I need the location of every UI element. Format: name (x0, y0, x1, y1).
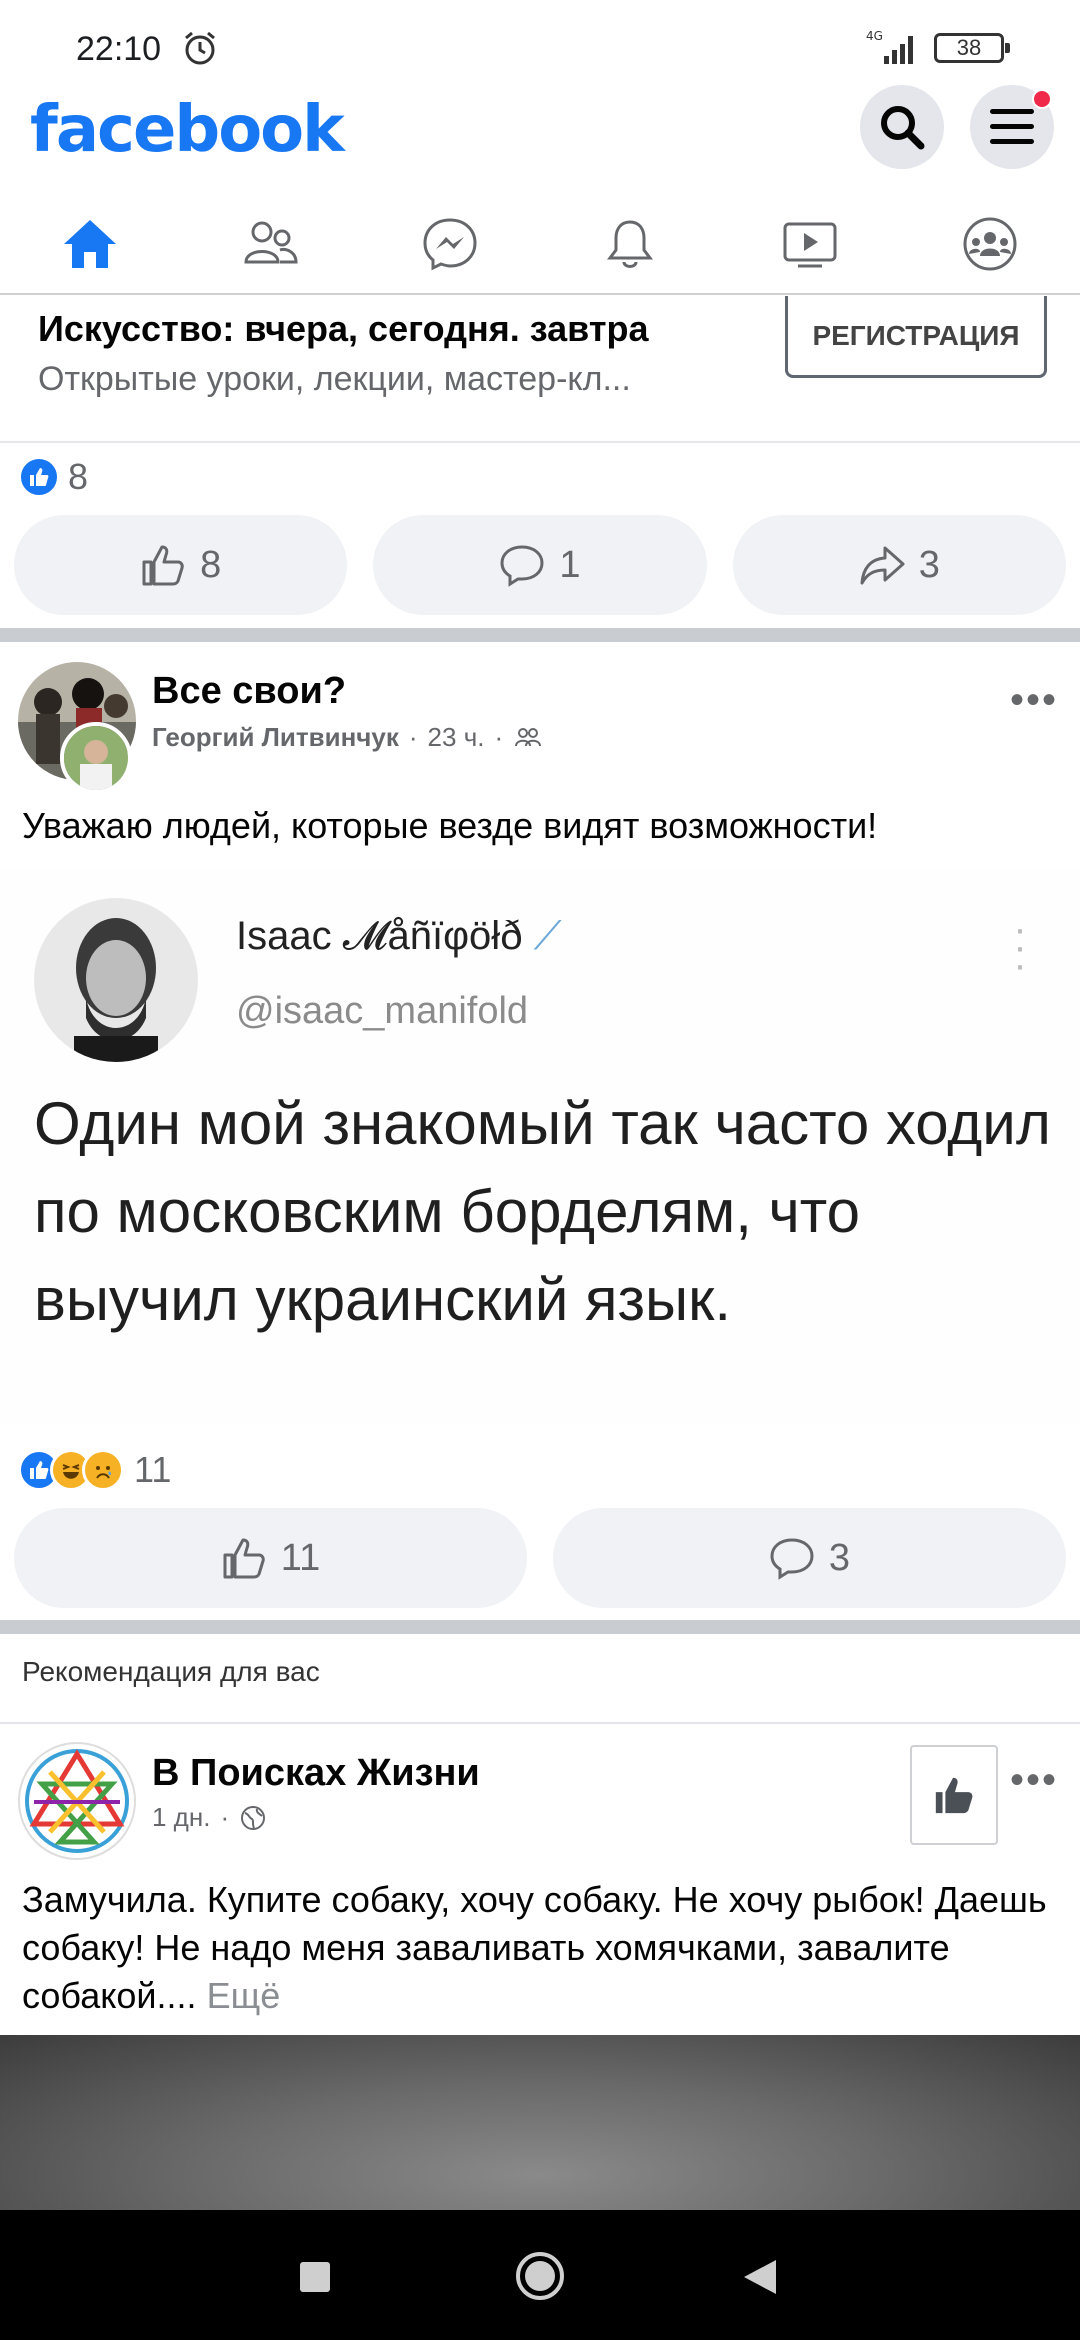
ad-reactions-summary[interactable]: 8 (18, 452, 88, 502)
messenger-icon (423, 218, 477, 271)
home-button-icon[interactable] (514, 2250, 566, 2302)
feed-divider (0, 1620, 1080, 1634)
post-options-icon[interactable]: ••• (1010, 1758, 1058, 1803)
tweet-avatar (34, 898, 198, 1062)
share-icon (860, 546, 905, 585)
post-reaction-count: 11 (134, 1449, 172, 1490)
page-post-time[interactable]: 1 дн. (152, 1802, 210, 1833)
ad-reaction-count: 8 (68, 456, 89, 497)
ad-title[interactable]: Искусство: вчера, сегодня. завтра (38, 308, 648, 350)
tweet-body: Один мой знакомый так часто ходил по мос… (34, 1090, 1051, 1333)
see-more-link[interactable]: Ещё (207, 1975, 281, 2016)
recents-icon[interactable] (298, 2260, 332, 2294)
nav-tabs (0, 195, 1080, 295)
post-photo[interactable] (0, 2035, 1080, 2210)
notification-dot (1032, 89, 1052, 109)
comment-count: 1 (559, 543, 581, 586)
post-time[interactable]: 23 ч. (428, 722, 485, 753)
page-post-body: Замучила. Купите собаку, хочу собаку. Не… (22, 1879, 1047, 2016)
meta-separator: · (220, 1802, 230, 1832)
sad-reaction-icon (82, 1449, 124, 1491)
syringe-emoji-icon: ⟋ (533, 914, 562, 958)
comment-button[interactable]: 1 (373, 515, 707, 615)
tab-notifications[interactable] (540, 195, 720, 293)
friends-icon (244, 221, 298, 264)
ad-subtitle: Открытые уроки, лекции, мастер-кл... (38, 360, 631, 398)
tweet-options-icon: · · · (1013, 907, 1027, 987)
feed-divider (0, 628, 1080, 642)
tab-groups[interactable] (900, 195, 1080, 293)
page-post-text: Замучила. Купите собаку, хочу собаку. Не… (22, 1876, 1062, 2020)
like-count: 11 (280, 1536, 321, 1579)
like-button[interactable]: 11 (14, 1508, 527, 1608)
menu-icon (990, 109, 1034, 144)
author-avatar[interactable] (60, 722, 132, 794)
post-options-icon[interactable]: ••• (1010, 678, 1058, 723)
like-reaction-icon (18, 456, 60, 498)
comment-button[interactable]: 3 (553, 1508, 1066, 1608)
page-avatar[interactable] (18, 1742, 136, 1860)
video-icon (783, 222, 837, 268)
back-icon[interactable] (742, 2258, 778, 2296)
tweet-screenshot[interactable]: Isaac 𝓜åñïφöłð ⟋ @isaac_manifold · · · Оди… (0, 870, 1080, 1425)
like-page-button[interactable] (910, 1745, 998, 1845)
thumbs-up-icon (935, 1777, 973, 1814)
post-reactions-summary[interactable]: 11 (18, 1445, 171, 1495)
share-count: 3 (918, 543, 940, 586)
status-time: 22:10 (76, 30, 162, 68)
thumbs-up-icon (223, 1538, 265, 1579)
tab-watch[interactable] (720, 195, 900, 293)
meta-separator: · (408, 722, 418, 752)
system-navigation-bar (0, 2210, 1080, 2340)
signal-icon: 4G (866, 29, 913, 64)
comment-icon (770, 1538, 814, 1580)
menu-button[interactable] (970, 85, 1054, 169)
tab-home[interactable] (0, 195, 180, 293)
members-icon (515, 727, 542, 746)
app-header: facebook (0, 85, 1080, 185)
groups-icon (963, 217, 1017, 271)
tab-friends[interactable] (180, 195, 360, 293)
share-button[interactable]: 3 (732, 515, 1066, 615)
post-header: Все свои? Георгий Литвинчук · 23 ч. · ••… (0, 660, 1080, 794)
tab-messenger[interactable] (360, 195, 540, 293)
comment-icon (500, 545, 544, 587)
comment-count: 3 (828, 1536, 851, 1579)
svg-text:4G: 4G (866, 29, 883, 43)
sponsored-ad: Искусство: вчера, сегодня. завтра Открыт… (0, 296, 1080, 443)
post-meta: Георгий Литвинчук · 23 ч. · (152, 722, 543, 753)
globe-icon (241, 1805, 266, 1830)
ad-action-bar: 8 1 3 (14, 515, 1066, 615)
group-name[interactable]: Все свои? (152, 670, 346, 713)
register-button[interactable]: РЕГИСТРАЦИЯ (785, 296, 1047, 378)
section-divider (0, 1722, 1080, 1724)
search-button[interactable] (860, 85, 944, 169)
battery-indicator: 38 (934, 33, 1010, 63)
like-button[interactable]: 8 (14, 515, 348, 615)
page-name[interactable]: В Поисках Жизни (152, 1752, 480, 1795)
tweet-author-name: Isaac 𝓜åñïφöłð ⟋ (236, 914, 562, 958)
post-action-bar: 11 3 (14, 1508, 1066, 1608)
author-name[interactable]: Георгий Литвинчук (152, 722, 399, 753)
post-text: Уважаю людей, которые везде видят возмож… (22, 805, 878, 846)
like-count: 8 (200, 543, 222, 586)
recommendation-label: Рекомендация для вас (22, 1656, 320, 1687)
thumbs-up-icon (142, 545, 184, 586)
alarm-icon (185, 31, 215, 65)
status-bar: 22:10 4G 38 (0, 0, 1080, 90)
tweet-handle: @isaac_manifold (236, 990, 529, 1032)
facebook-logo[interactable]: facebook (30, 93, 345, 167)
meta-separator: · (494, 722, 504, 752)
home-icon (64, 220, 116, 268)
bell-icon (607, 220, 653, 268)
page-post-meta: 1 дн. · (152, 1802, 267, 1833)
search-icon (881, 106, 925, 150)
